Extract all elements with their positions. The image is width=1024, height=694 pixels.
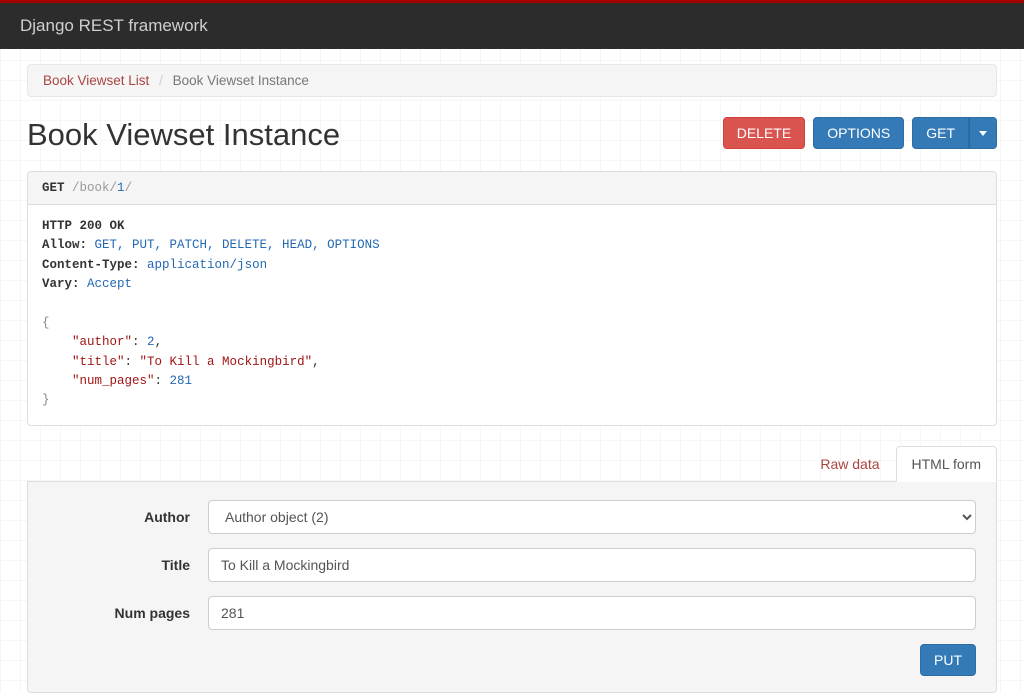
allow-header-value: GET, PUT, PATCH, DELETE, HEAD, OPTIONS	[95, 238, 380, 252]
json-numpages-value: 281	[170, 374, 193, 388]
json-numpages-key: "num_pages"	[72, 374, 155, 388]
vary-header-label: Vary:	[42, 277, 80, 291]
put-button[interactable]: PUT	[920, 644, 976, 676]
get-button[interactable]: GET	[912, 117, 969, 149]
tab-html-form[interactable]: HTML form	[896, 446, 997, 482]
options-button[interactable]: OPTIONS	[813, 117, 904, 149]
response-panel: GET /book/1/ HTTP 200 OK Allow: GET, PUT…	[27, 171, 997, 426]
html-form-panel: Author Author object (2) Title Num pages…	[27, 482, 997, 693]
json-author-value: 2	[147, 335, 155, 349]
breadcrumb-separator: /	[159, 73, 163, 88]
json-title-key: "title"	[72, 355, 125, 369]
request-id: 1	[117, 181, 125, 195]
request-line: GET /book/1/	[28, 172, 996, 205]
numpages-label: Num pages	[48, 605, 208, 621]
title-label: Title	[48, 557, 208, 573]
status-line: HTTP 200 OK	[42, 219, 125, 233]
get-dropdown-toggle[interactable]	[969, 117, 997, 149]
request-method: GET	[42, 181, 65, 195]
title-input[interactable]	[208, 548, 976, 582]
breadcrumb-active: Book Viewset Instance	[173, 73, 309, 88]
json-title-value: "To Kill a Mockingbird"	[140, 355, 313, 369]
navbar-brand[interactable]: Django REST framework	[20, 16, 208, 35]
breadcrumb: Book Viewset List / Book Viewset Instanc…	[27, 64, 997, 97]
request-path-prefix: /book/	[72, 181, 117, 195]
delete-button[interactable]: DELETE	[723, 117, 805, 149]
author-label: Author	[48, 509, 208, 525]
form-tabs: Raw data HTML form	[27, 446, 997, 482]
content-type-header-value: application/json	[147, 258, 267, 272]
json-author-key: "author"	[72, 335, 132, 349]
page-title: Book Viewset Instance	[27, 117, 340, 153]
response-body: HTTP 200 OK Allow: GET, PUT, PATCH, DELE…	[28, 205, 996, 425]
numpages-input[interactable]	[208, 596, 976, 630]
get-button-group: GET	[912, 117, 997, 149]
caret-down-icon	[979, 131, 987, 136]
author-select[interactable]: Author object (2)	[208, 500, 976, 534]
action-buttons: DELETE OPTIONS GET	[723, 117, 997, 149]
tab-raw-data[interactable]: Raw data	[804, 446, 895, 482]
allow-header-label: Allow:	[42, 238, 87, 252]
request-path-suffix: /	[125, 181, 133, 195]
navbar: Django REST framework	[0, 0, 1024, 49]
content-type-header-label: Content-Type:	[42, 258, 140, 272]
vary-header-value: Accept	[87, 277, 132, 291]
breadcrumb-link[interactable]: Book Viewset List	[43, 73, 149, 88]
